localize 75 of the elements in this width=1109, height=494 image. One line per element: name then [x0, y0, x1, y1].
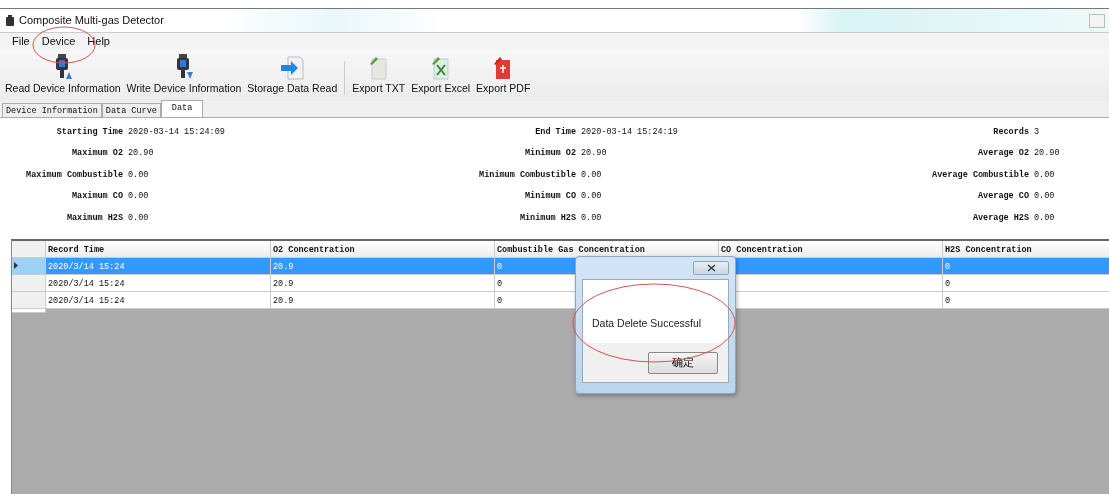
- field-label: Minimum O2: [524, 147, 576, 161]
- toolbar-button-label: Read Device Information: [5, 81, 121, 97]
- field-value: 0.00: [127, 168, 150, 182]
- field-value: 0.00: [580, 190, 603, 204]
- toolbar-button[interactable]: Storage Data Read: [244, 56, 341, 97]
- toolbar-button-label: Export Excel: [411, 81, 471, 97]
- field-label: Average H2S: [971, 211, 1029, 225]
- field-value: 0.00: [1033, 168, 1056, 182]
- tab[interactable]: Data Curve: [101, 103, 161, 117]
- toolbar-button[interactable]: Export Excel: [408, 56, 474, 97]
- row-pointer-icon: [14, 262, 18, 269]
- field-value: 0.00: [1033, 211, 1056, 225]
- field-label: Maximum CO: [71, 190, 123, 204]
- field-label: Maximum O2: [71, 147, 123, 161]
- toolbar-button-label: Storage Data Read: [247, 81, 338, 97]
- dialog-message: Data Delete Successful: [592, 316, 702, 331]
- column-header[interactable]: H2S Concentration: [943, 241, 1109, 258]
- table-cell: 0: [943, 292, 1109, 309]
- table-cell: 2020/3/14 15:24: [46, 258, 271, 275]
- field-label: Minimum Combustible: [478, 168, 576, 182]
- document-icon: [367, 56, 390, 81]
- menu-item[interactable]: Help: [81, 32, 116, 50]
- table-cell: 0: [943, 275, 1109, 292]
- field-value: 0.00: [127, 211, 150, 225]
- field-label: End Time: [534, 126, 576, 139]
- row-header[interactable]: [12, 258, 46, 275]
- table-cell: 0: [943, 258, 1109, 275]
- column-header[interactable]: Combustible Gas Concentration: [495, 241, 719, 258]
- grid-corner: [12, 241, 46, 258]
- column-header[interactable]: O2 Concentration: [271, 241, 495, 258]
- field-label: Average CO: [977, 190, 1029, 204]
- tab[interactable]: Device Information: [2, 103, 102, 117]
- ok-button[interactable]: 确定: [648, 351, 718, 374]
- toolbar-button[interactable]: Export TXT: [349, 56, 409, 97]
- field-value: 20.90: [580, 147, 608, 161]
- close-icon: [706, 264, 716, 272]
- column-header[interactable]: Record Time: [46, 241, 271, 258]
- window-button[interactable]: [1089, 13, 1105, 28]
- toolbar-button-label: Export PDF: [476, 81, 531, 97]
- field-label: Minimum H2S: [518, 211, 576, 225]
- spreadsheet-icon: [429, 56, 452, 81]
- field-value: 0.00: [580, 211, 603, 225]
- field-label: Average Combustible: [931, 168, 1029, 182]
- toolbar-button[interactable]: Export PDF: [473, 56, 534, 97]
- table-cell: 2020/3/14 15:24: [46, 275, 271, 292]
- document-arrow-icon: [280, 56, 305, 81]
- toolbar-button-label: Write Device Information: [126, 81, 242, 97]
- field-label: Maximum Combustible: [25, 168, 123, 182]
- field-value: 3: [1033, 126, 1041, 139]
- table-cell: 20.9: [271, 258, 495, 275]
- field-value: 20.90: [127, 147, 155, 161]
- toolbar-button[interactable]: Read Device Information: [2, 54, 124, 97]
- table-cell: 20.9: [271, 292, 495, 309]
- table-cell: 20.9: [271, 275, 495, 292]
- close-button[interactable]: [693, 261, 729, 275]
- field-value: 20.90: [1033, 147, 1061, 161]
- app-icon: [6, 15, 14, 26]
- field-value: 0.00: [1033, 190, 1056, 204]
- field-value: 2020-03-14 15:24:09: [127, 126, 226, 139]
- field-label: Average O2: [977, 147, 1029, 161]
- field-label: Minimum CO: [524, 190, 576, 204]
- field-label: Records: [992, 126, 1029, 139]
- toolbar-button[interactable]: Write Device Information: [123, 54, 245, 97]
- table-cell: 2020/3/14 15:24: [46, 292, 271, 309]
- field-label: Starting Time: [55, 126, 123, 139]
- column-header[interactable]: CO Concentration: [719, 241, 943, 258]
- field-label: Maximum H2S: [65, 211, 123, 225]
- field-value: 0.00: [580, 168, 603, 182]
- menu-item[interactable]: File: [6, 32, 36, 50]
- field-value: 0.00: [127, 190, 150, 204]
- tab[interactable]: Data: [160, 100, 204, 117]
- toolbar-button-label: Export TXT: [352, 81, 406, 97]
- menu-item[interactable]: Device: [35, 32, 82, 50]
- field-value: 2020-03-14 15:24:19: [580, 126, 679, 139]
- window-title: Composite Multi-gas Detector: [19, 13, 164, 29]
